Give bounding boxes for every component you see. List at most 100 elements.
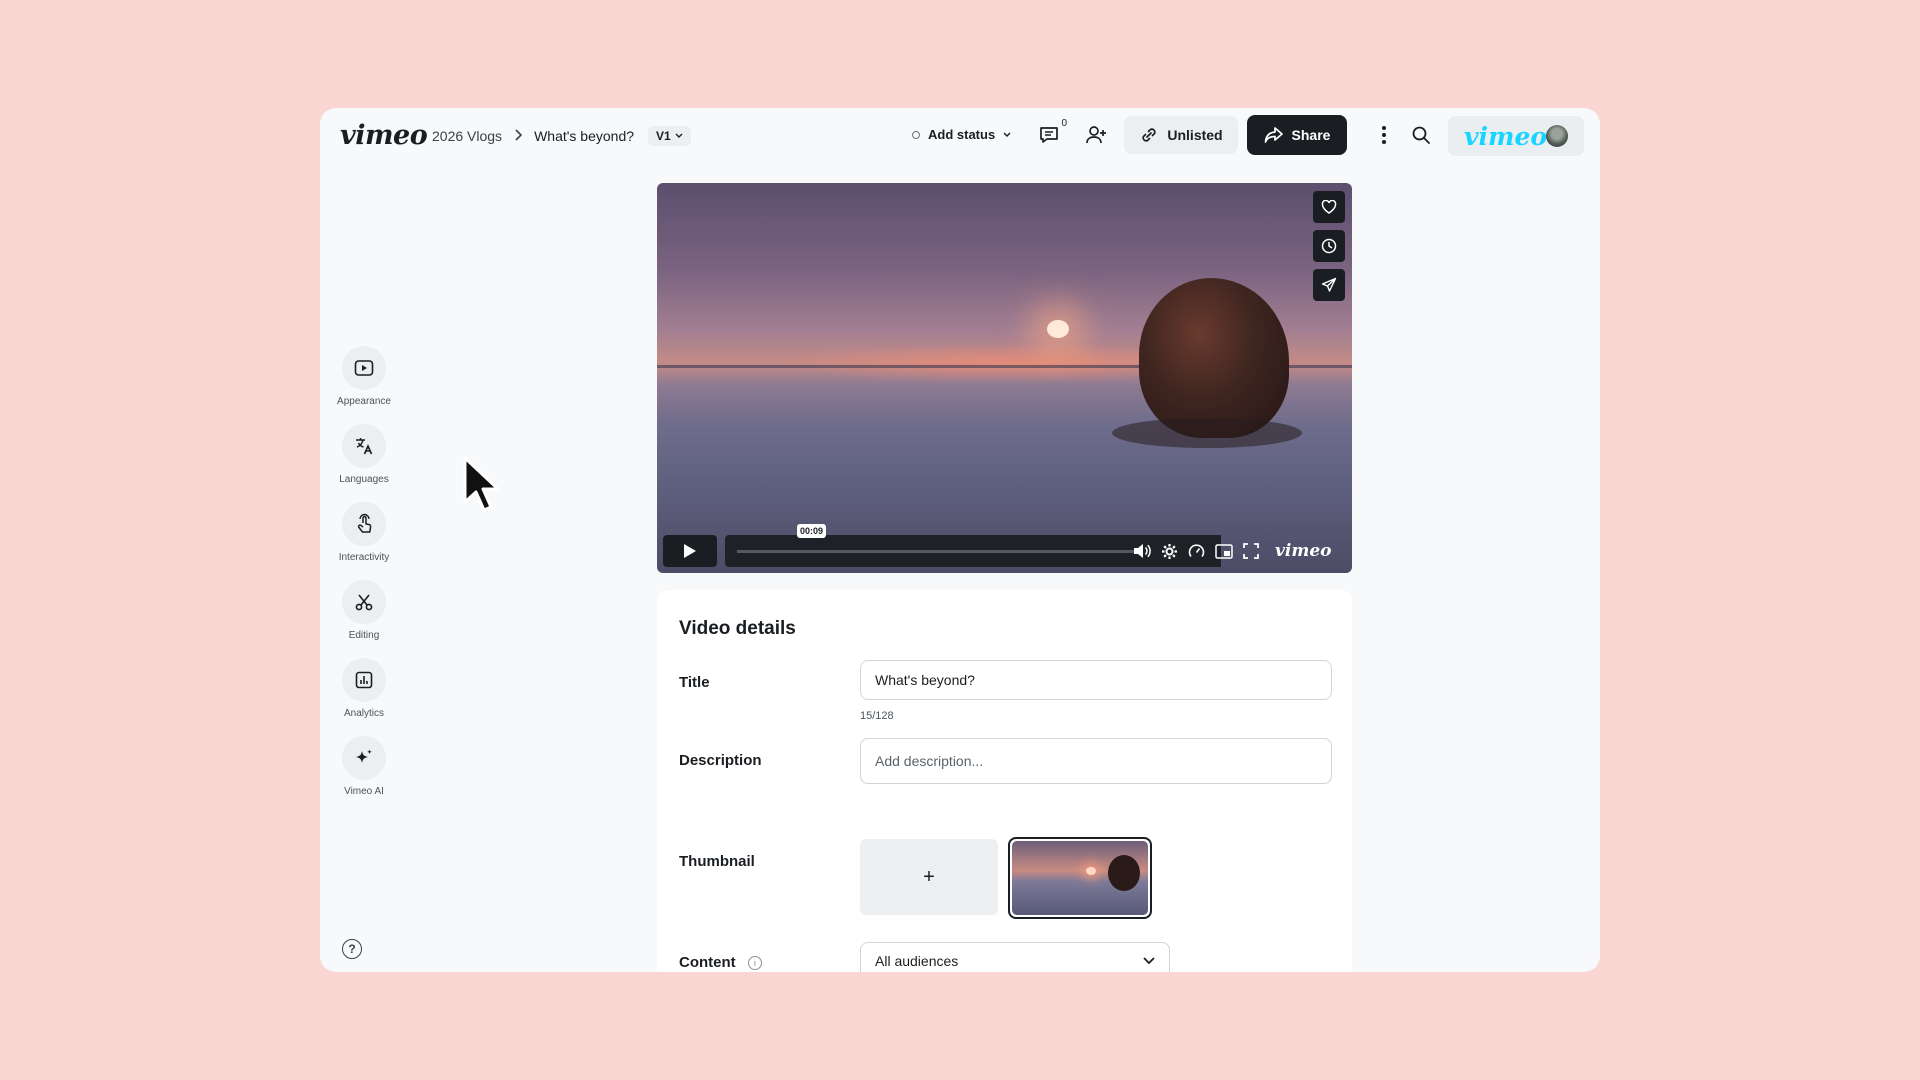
sidebar-item-editing[interactable]: Editing [320, 580, 408, 641]
play-button[interactable] [663, 535, 717, 567]
more-options-button[interactable] [1371, 122, 1397, 148]
sparkle-icon [356, 749, 372, 763]
settings-gear-icon[interactable] [1161, 543, 1178, 560]
privacy-button[interactable]: Unlisted [1124, 116, 1238, 154]
breadcrumb-folder[interactable]: 2026 Vlogs [432, 128, 502, 144]
chevron-right-icon [514, 128, 523, 144]
title-input[interactable]: What's beyond? [860, 660, 1332, 700]
description-input[interactable]: Add description... [860, 738, 1332, 784]
sidebar-item-vimeo-ai[interactable]: Vimeo AI [320, 736, 408, 797]
sidebar-icon-wrap [342, 736, 386, 780]
top-bar: vimeo 2026 Vlogs What's beyond? V1 Add s… [320, 108, 1600, 162]
like-button[interactable] [1313, 191, 1345, 223]
comments-button[interactable]: 0 [1037, 118, 1067, 148]
title-label: Title [679, 674, 710, 691]
video-player[interactable]: 00:09 vimeo [657, 183, 1352, 573]
sidebar-icon-wrap [342, 346, 386, 390]
description-label: Description [679, 752, 762, 769]
player-side-actions [1313, 191, 1345, 301]
thumbnail-sun [1086, 867, 1096, 875]
chart-icon [355, 671, 373, 689]
sidebar-icon-wrap [342, 580, 386, 624]
search-icon [1412, 126, 1430, 144]
sidebar-icon-wrap [342, 658, 386, 702]
status-label: Add status [928, 127, 996, 142]
version-dropdown[interactable]: V1 [648, 126, 691, 146]
volume-icon[interactable] [1133, 543, 1151, 559]
time-tooltip: 00:09 [797, 524, 827, 538]
comment-icon [1040, 127, 1058, 143]
chevron-down-icon [1143, 957, 1155, 965]
scissors-icon [355, 594, 373, 611]
share-arrow-icon [1264, 127, 1283, 143]
content-label-wrap: Content i [679, 954, 762, 971]
clock-icon [1321, 238, 1337, 254]
share-label: Share [1291, 127, 1331, 143]
more-vertical-icon [1382, 126, 1386, 144]
watch-later-button[interactable] [1313, 230, 1345, 262]
sidebar-item-label: Editing [348, 630, 380, 641]
mouse-cursor-icon [463, 456, 500, 512]
swimmer-head [1139, 278, 1289, 438]
breadcrumb-video[interactable]: What's beyond? [534, 128, 634, 144]
translate-icon [356, 438, 373, 455]
content-rating-select[interactable]: All audiences [860, 942, 1170, 972]
content-label: Content [679, 954, 736, 971]
play-square-icon [354, 360, 374, 376]
playback-speed-icon[interactable] [1188, 543, 1205, 560]
video-details-card: Video details Title What's beyond? 15/12… [657, 590, 1352, 972]
fullscreen-icon[interactable] [1243, 543, 1259, 559]
sidebar-icon-wrap [342, 424, 386, 468]
tap-icon [357, 513, 372, 533]
send-button[interactable] [1313, 269, 1345, 301]
title-counter: 15/128 [860, 710, 894, 722]
sidebar-item-label: Analytics [343, 708, 384, 719]
swimmer-shoulder [1112, 418, 1302, 448]
heart-icon [1321, 200, 1337, 214]
thumbnail-label: Thumbnail [679, 853, 755, 870]
account-menu[interactable]: vimeo [1448, 116, 1584, 156]
comments-count: 0 [1061, 118, 1067, 129]
player-vimeo-logo[interactable]: vimeo [1275, 541, 1331, 561]
player-controls: 00:09 vimeo [663, 524, 1346, 567]
sidebar-item-label: Vimeo AI [344, 786, 384, 797]
player-right-controls: vimeo [1133, 535, 1331, 567]
sidebar-item-label: Interactivity [338, 552, 390, 563]
sidebar-item-languages[interactable]: Languages [320, 424, 408, 485]
help-button[interactable]: ? [342, 939, 362, 959]
thumbnail-image [1012, 841, 1148, 915]
add-status-dropdown[interactable]: Add status [912, 127, 1011, 142]
status-dot-icon [912, 130, 920, 139]
progress-bar[interactable]: 00:09 vimeo [725, 524, 1331, 567]
picture-in-picture-icon[interactable] [1215, 543, 1233, 559]
add-thumbnail-button[interactable]: + [860, 839, 998, 915]
privacy-label: Unlisted [1167, 127, 1223, 143]
progress-track[interactable] [737, 550, 1137, 553]
thumbnail-selected[interactable] [1008, 837, 1152, 919]
thumbnail-swimmer [1108, 855, 1140, 891]
sidebar-item-interactivity[interactable]: Interactivity [320, 502, 408, 563]
invite-button[interactable] [1083, 122, 1109, 148]
search-button[interactable] [1408, 122, 1434, 148]
vimeo-logo[interactable]: vimeo [340, 120, 428, 151]
info-icon[interactable]: i [747, 956, 762, 971]
link-lock-icon [1142, 128, 1157, 142]
sidebar-item-label: Appearance [337, 396, 391, 407]
sidebar-icon-wrap [342, 502, 386, 546]
sidebar-item-analytics[interactable]: Analytics [320, 658, 408, 719]
sidebar-item-appearance[interactable]: Appearance [320, 346, 408, 407]
chevron-down-icon [1003, 132, 1011, 137]
app-window: vimeo 2026 Vlogs What's beyond? V1 Add s… [320, 108, 1600, 972]
sidebar-item-label: Languages [339, 474, 389, 485]
add-user-icon [1086, 126, 1106, 144]
avatar [1546, 125, 1568, 147]
account-vimeo-logo: vimeo [1464, 122, 1548, 151]
chevron-down-icon [675, 133, 683, 138]
sun [1047, 320, 1069, 338]
breadcrumb: 2026 Vlogs What's beyond? V1 [432, 126, 691, 146]
share-button[interactable]: Share [1247, 115, 1347, 155]
version-label: V1 [656, 129, 671, 143]
play-icon [684, 544, 696, 558]
paper-plane-icon [1321, 277, 1337, 292]
details-heading: Video details [679, 618, 796, 639]
